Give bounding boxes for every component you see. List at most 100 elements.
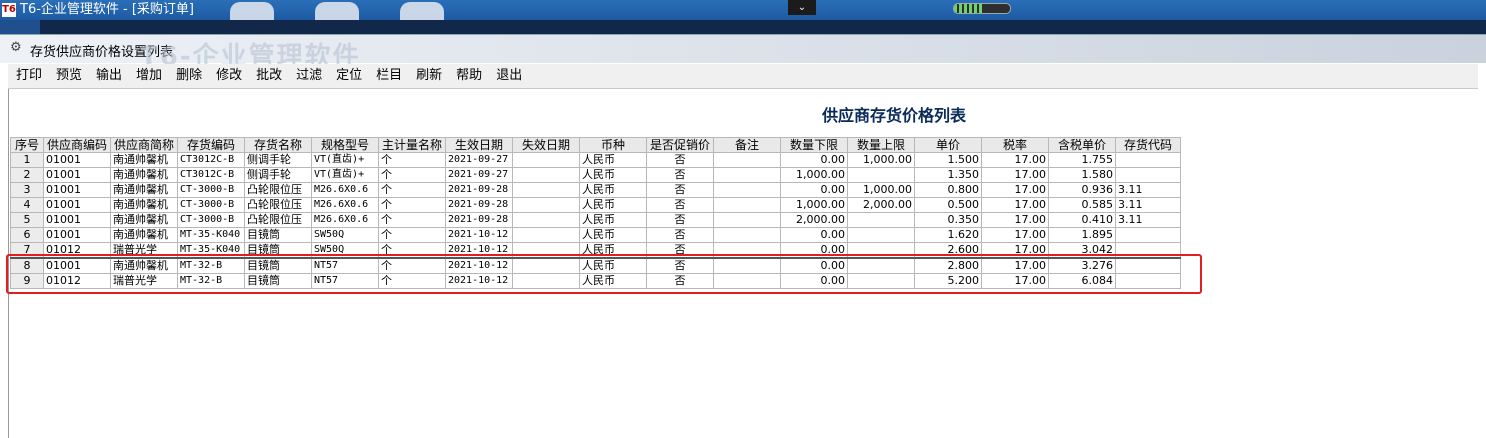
table-cell[interactable]: CT3012C-B: [177, 152, 245, 168]
table-cell[interactable]: [1115, 242, 1181, 259]
row-number-cell[interactable]: 8: [10, 257, 44, 274]
column-header[interactable]: 数量下限: [780, 137, 848, 153]
table-cell[interactable]: 1.500: [914, 152, 982, 168]
table-cell[interactable]: [512, 227, 580, 243]
table-cell[interactable]: 凸轮限位压: [244, 182, 312, 198]
table-cell[interactable]: [1115, 152, 1181, 168]
table-cell[interactable]: 南通帅馨机: [110, 257, 178, 274]
table-cell[interactable]: [713, 167, 781, 183]
table-cell[interactable]: 0.585: [1048, 197, 1116, 213]
table-cell[interactable]: 3.042: [1048, 242, 1116, 259]
table-cell[interactable]: 人民币: [579, 242, 647, 259]
table-cell[interactable]: CT-3000-B: [177, 197, 245, 213]
table-cell[interactable]: 否: [646, 212, 714, 228]
column-header[interactable]: 供应商编码: [43, 137, 111, 153]
table-cell[interactable]: 17.00: [981, 212, 1049, 228]
table-cell[interactable]: [847, 242, 915, 259]
table-cell[interactable]: [512, 212, 580, 228]
toolbar-add-button[interactable]: 增加: [128, 64, 168, 88]
table-cell[interactable]: 0.00: [780, 182, 848, 198]
table-cell[interactable]: CT-3000-B: [177, 212, 245, 228]
table-cell[interactable]: 2021-09-28: [445, 212, 513, 228]
table-row[interactable]: 5 01001 南通帅馨机 CT-3000-B 凸轮限位压 M26.6X0.6 个 2021-…: [10, 212, 1181, 228]
toolbar-delete-button[interactable]: 删除: [168, 64, 208, 88]
table-cell[interactable]: [512, 197, 580, 213]
table-cell[interactable]: 2021-10-12: [445, 242, 513, 259]
table-cell[interactable]: 1,000.00: [780, 197, 848, 213]
table-cell[interactable]: 0.350: [914, 212, 982, 228]
table-cell[interactable]: [847, 273, 915, 289]
column-header[interactable]: 序号: [10, 137, 44, 153]
table-cell[interactable]: 3.11: [1115, 212, 1181, 228]
table-cell[interactable]: 0.00: [780, 273, 848, 289]
table-cell[interactable]: 2021-09-27: [445, 167, 513, 183]
table-cell[interactable]: 否: [646, 197, 714, 213]
toolbar-edit-button[interactable]: 修改: [208, 64, 248, 88]
table-cell[interactable]: 否: [646, 227, 714, 243]
table-cell[interactable]: 01001: [43, 167, 111, 183]
table-cell[interactable]: 2021-09-28: [445, 182, 513, 198]
table-cell[interactable]: 否: [646, 152, 714, 168]
table-cell[interactable]: 01012: [43, 242, 111, 259]
table-cell[interactable]: 侧调手轮: [244, 167, 312, 183]
table-cell[interactable]: 1.620: [914, 227, 982, 243]
column-header[interactable]: 单价: [914, 137, 982, 153]
table-cell[interactable]: 目镜筒: [244, 257, 312, 274]
table-cell[interactable]: 人民币: [579, 182, 647, 198]
table-cell[interactable]: 2.600: [914, 242, 982, 259]
table-cell[interactable]: 否: [646, 182, 714, 198]
table-row[interactable]: 2 01001 南通帅馨机 CT3012C-B 侧调手轮 VT(直齿)+ 个 2021-09-…: [10, 167, 1181, 183]
table-cell[interactable]: [512, 257, 580, 274]
table-cell[interactable]: 01001: [43, 197, 111, 213]
toolbar-columns-button[interactable]: 栏目: [368, 64, 408, 88]
table-cell[interactable]: 侧调手轮: [244, 152, 312, 168]
table-cell[interactable]: 01001: [43, 212, 111, 228]
table-cell[interactable]: 1.350: [914, 167, 982, 183]
row-number-cell[interactable]: 4: [10, 197, 44, 213]
table-cell[interactable]: [713, 182, 781, 198]
table-cell[interactable]: 6.084: [1048, 273, 1116, 289]
table-cell[interactable]: 目镜筒: [244, 242, 312, 259]
table-cell[interactable]: 2021-09-27: [445, 152, 513, 168]
table-cell[interactable]: 南通帅馨机: [110, 197, 178, 213]
table-cell[interactable]: 2021-09-28: [445, 197, 513, 213]
table-cell[interactable]: 1.755: [1048, 152, 1116, 168]
table-cell[interactable]: 3.11: [1115, 197, 1181, 213]
table-row[interactable]: 3 01001 南通帅馨机 CT-3000-B 凸轮限位压 M26.6X0.6 个 2021-…: [10, 182, 1181, 198]
table-cell[interactable]: NT57: [311, 257, 379, 274]
column-header[interactable]: 失效日期: [512, 137, 580, 153]
table-cell[interactable]: 0.800: [914, 182, 982, 198]
column-header[interactable]: 数量上限: [847, 137, 915, 153]
table-cell[interactable]: 01001: [43, 257, 111, 274]
table-cell[interactable]: [512, 182, 580, 198]
toolbar-filter-button[interactable]: 过滤: [288, 64, 328, 88]
toolbar-refresh-button[interactable]: 刷新: [408, 64, 448, 88]
table-cell[interactable]: [713, 227, 781, 243]
table-cell[interactable]: 0.00: [780, 257, 848, 274]
toolbar-preview-button[interactable]: 预览: [48, 64, 88, 88]
table-cell[interactable]: 3.11: [1115, 182, 1181, 198]
row-number-cell[interactable]: 6: [10, 227, 44, 243]
table-cell[interactable]: 17.00: [981, 182, 1049, 198]
table-cell[interactable]: 17.00: [981, 227, 1049, 243]
table-row[interactable]: 4 01001 南通帅馨机 CT-3000-B 凸轮限位压 M26.6X0.6 个 2021-…: [10, 197, 1181, 213]
table-cell[interactable]: NT57: [311, 273, 379, 289]
table-cell[interactable]: 01001: [43, 152, 111, 168]
table-cell[interactable]: 个: [378, 182, 446, 198]
table-cell[interactable]: 个: [378, 167, 446, 183]
table-cell[interactable]: M26.6X0.6: [311, 197, 379, 213]
table-row[interactable]: 7 01012 瑞普光学 MT-35-K040 目镜筒 SW50Q 个 2021-10-12 人…: [10, 242, 1181, 259]
table-cell[interactable]: 否: [646, 167, 714, 183]
toolbar-locate-button[interactable]: 定位: [328, 64, 368, 88]
table-row[interactable]: 6 01001 南通帅馨机 MT-35-K040 目镜筒 SW50Q 个 2021-10-12…: [10, 227, 1181, 243]
column-header[interactable]: 是否促销价: [646, 137, 714, 153]
table-cell[interactable]: CT3012C-B: [177, 167, 245, 183]
row-number-cell[interactable]: 7: [10, 242, 44, 259]
column-header[interactable]: 供应商简称: [110, 137, 178, 153]
table-cell[interactable]: 1,000.00: [780, 167, 848, 183]
table-cell[interactable]: 人民币: [579, 152, 647, 168]
table-cell[interactable]: 17.00: [981, 257, 1049, 274]
column-header[interactable]: 备注: [713, 137, 781, 153]
column-header[interactable]: 存货编码: [177, 137, 245, 153]
table-cell[interactable]: [713, 273, 781, 289]
